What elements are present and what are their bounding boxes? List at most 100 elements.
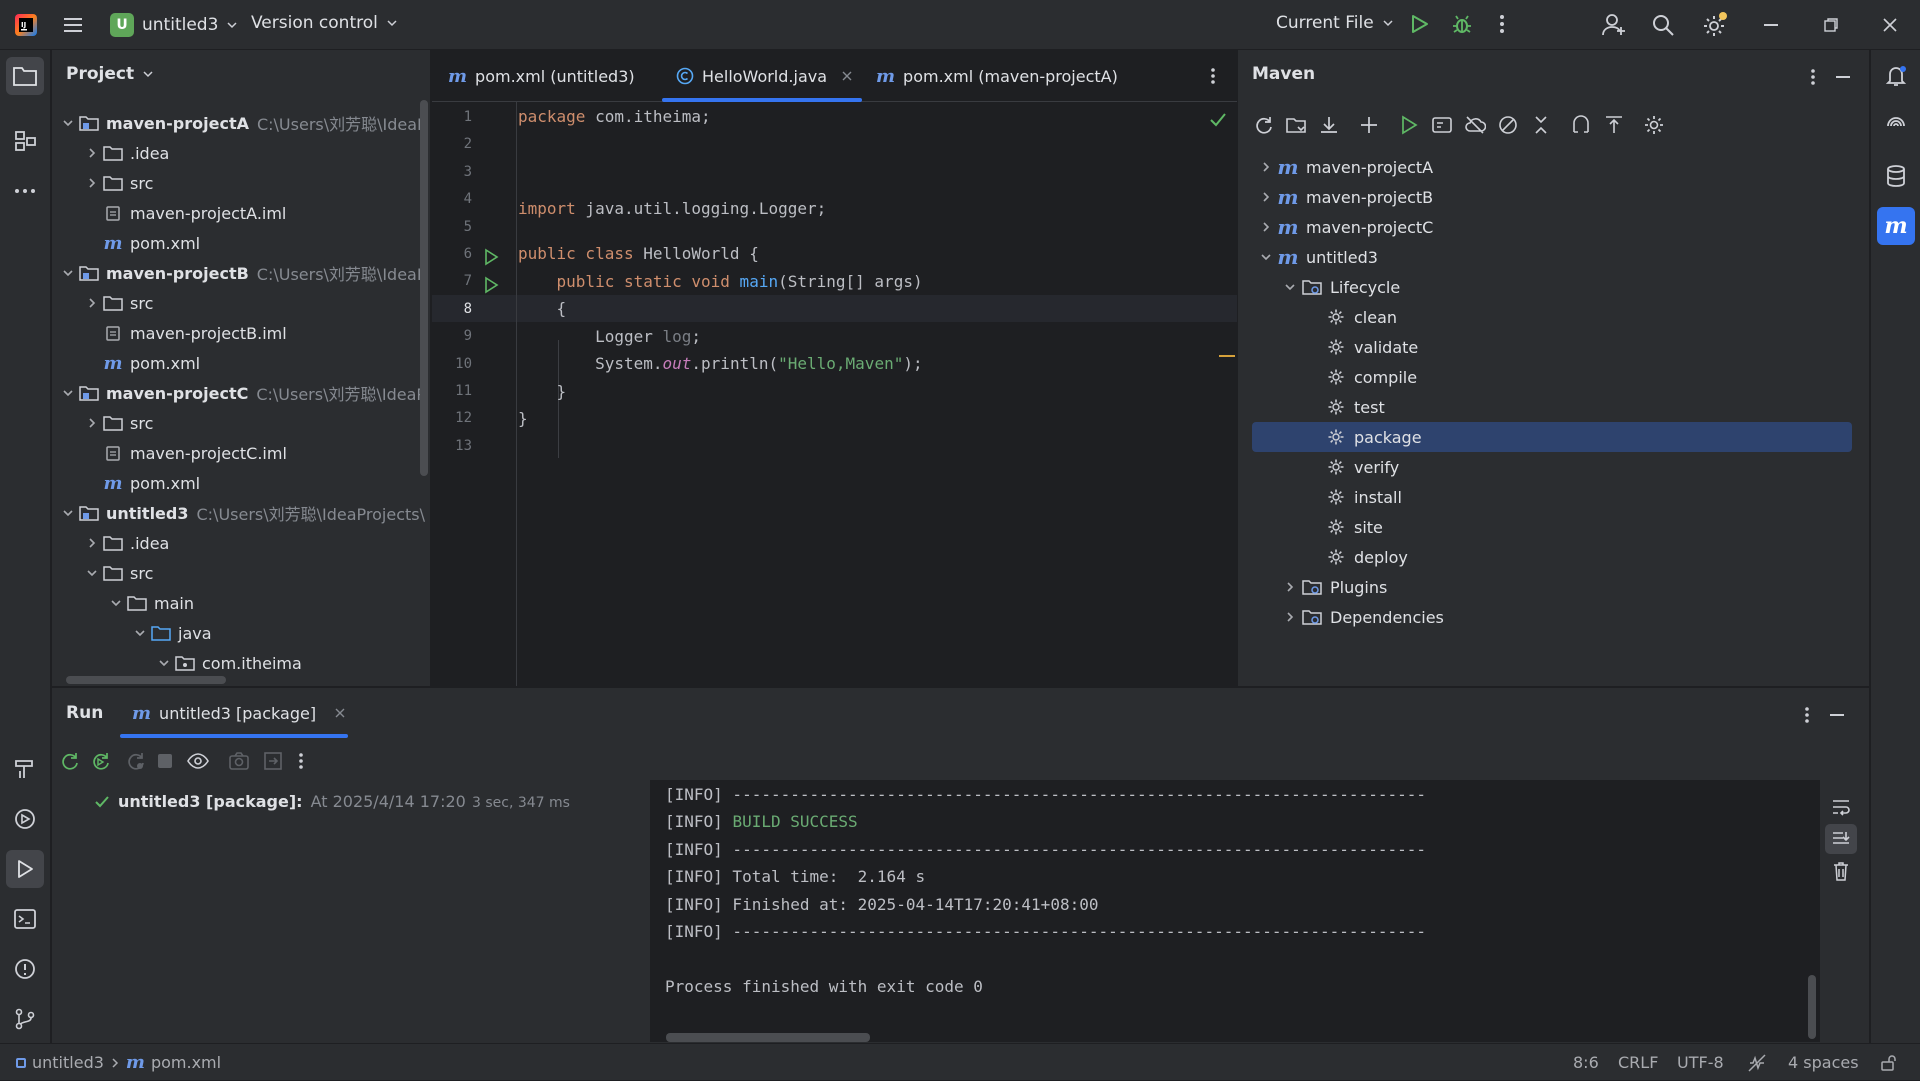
chevron-down-icon[interactable] (154, 657, 174, 669)
run-config-selector[interactable]: Current File (1276, 13, 1394, 33)
vcs-selector[interactable]: Version control (251, 13, 398, 33)
chevron-down-icon[interactable] (106, 597, 126, 609)
ai-assistant-icon[interactable] (1877, 107, 1915, 145)
rerun-disabled-icon[interactable] (124, 750, 146, 772)
chevron-down-icon[interactable] (1256, 251, 1276, 263)
project-tree-item[interactable]: maven-projectA.iml (82, 198, 286, 228)
project-tree-item[interactable]: maven-projectA C:\Users\刘芳聪\IdeaP (58, 108, 427, 138)
inspection-off-icon[interactable] (1747, 1044, 1767, 1081)
toggle-offline-icon[interactable] (1464, 114, 1486, 136)
code-line-7[interactable]: public static void main(String[] args) (518, 272, 923, 291)
code-line-11[interactable]: } (518, 382, 567, 401)
project-tree-item[interactable]: main (106, 588, 194, 618)
problems-tool-icon[interactable] (6, 950, 44, 988)
maven-hide-icon[interactable] (1836, 76, 1850, 78)
chevron-right-icon[interactable] (1256, 221, 1276, 233)
project-tree-item[interactable]: src (82, 408, 153, 438)
project-tree-item[interactable]: maven-projectC.iml (82, 438, 287, 468)
terminal-tool-icon[interactable] (6, 900, 44, 938)
collapse-all-icon[interactable] (1530, 114, 1552, 136)
maven-tree-item[interactable]: test (1304, 392, 1385, 422)
run-more-icon[interactable] (296, 751, 306, 771)
clear-all-icon[interactable] (1831, 860, 1851, 882)
execute-goal-icon[interactable] (1431, 114, 1453, 136)
project-tree-item[interactable]: .idea (82, 138, 169, 168)
tab-pom-maven-projectA[interactable]: m pom.xml (maven-projectA) (876, 50, 1118, 102)
run-options-icon[interactable] (1802, 705, 1812, 725)
view-icon[interactable] (186, 750, 210, 772)
search-icon[interactable] (1651, 13, 1675, 37)
tab-pom-untitled3[interactable]: m pom.xml (untitled3) (448, 50, 635, 102)
chevron-right-icon[interactable] (82, 147, 102, 159)
code-line-9[interactable]: Logger log; (518, 327, 701, 346)
maven-tree-item[interactable]: Lifecycle (1280, 272, 1400, 302)
project-tree-item[interactable]: m pom.xml (82, 228, 200, 258)
project-tool-icon[interactable] (6, 57, 44, 95)
more-tools-icon[interactable] (6, 172, 44, 210)
soft-wrap-icon[interactable] (1830, 796, 1852, 818)
run-hide-icon[interactable] (1830, 714, 1844, 716)
main-menu-icon[interactable] (62, 14, 84, 36)
chevron-right-icon[interactable] (1256, 161, 1276, 173)
minimize-window-icon[interactable] (1764, 24, 1778, 26)
console-horizontal-scrollbar[interactable] (666, 1033, 870, 1042)
maven-tree-item[interactable]: m maven-projectA (1256, 152, 1433, 182)
breadcrumb-project[interactable]: untitled3 (32, 1053, 104, 1072)
code-line-10[interactable]: System.out.println("Hello,Maven"); (518, 354, 923, 373)
chevron-down-icon[interactable] (82, 567, 102, 579)
project-selector[interactable]: U untitled3 (110, 13, 238, 37)
open-folder-icon[interactable] (1285, 114, 1307, 136)
restore-window-icon[interactable] (1823, 17, 1839, 33)
close-tab-icon[interactable] (334, 707, 346, 719)
stop-icon[interactable] (158, 754, 172, 768)
rerun-failed-icon[interactable] (90, 750, 112, 772)
chevron-down-icon[interactable] (58, 387, 78, 399)
chevron-down-icon[interactable] (58, 117, 78, 129)
project-tree-item[interactable]: maven-projectC C:\Users\刘芳聪\IdeaP (58, 378, 426, 408)
git-tool-icon[interactable] (6, 1000, 44, 1038)
chevron-right-icon[interactable] (82, 177, 102, 189)
structure-tool-icon[interactable] (6, 122, 44, 160)
project-tree-item[interactable]: maven-projectB.iml (82, 318, 287, 348)
code-line-12[interactable]: } (518, 409, 528, 428)
maven-tree-item[interactable]: m untitled3 (1256, 242, 1378, 272)
chevron-right-icon[interactable] (82, 537, 102, 549)
run-tree-item[interactable]: untitled3 [package]: At 2025/4/14 17:20 (94, 792, 466, 811)
chevron-right-icon[interactable] (82, 417, 102, 429)
settings-icon[interactable] (1701, 11, 1729, 39)
code-line-8[interactable]: { (518, 299, 567, 318)
maven-options-icon[interactable] (1808, 67, 1818, 87)
run-maven-icon[interactable] (1398, 114, 1420, 136)
debug-icon[interactable] (1450, 12, 1474, 36)
align-top-icon[interactable] (1603, 114, 1625, 136)
code-line-4[interactable]: import java.util.logging.Logger; (518, 199, 826, 218)
maven-tree-item[interactable]: m maven-projectC (1256, 212, 1433, 242)
maven-tree-item[interactable]: deploy (1304, 542, 1408, 572)
export-icon[interactable] (262, 750, 284, 772)
tab-options-icon[interactable] (1208, 66, 1218, 86)
project-panel-title[interactable]: Project (66, 64, 154, 84)
line-separator[interactable]: CRLF (1618, 1044, 1658, 1081)
project-tree-item[interactable]: src (82, 558, 153, 588)
services-tool-icon[interactable] (6, 800, 44, 838)
tab-helloworld-java[interactable]: HelloWorld.java (676, 50, 853, 102)
screenshot-icon[interactable] (228, 750, 250, 772)
more-actions-icon[interactable] (1496, 13, 1508, 35)
maven-tree-item[interactable]: Plugins (1280, 572, 1387, 602)
run-tab[interactable]: m untitled3 [package] (132, 688, 346, 738)
run-tool-icon[interactable] (6, 850, 44, 888)
add-user-icon[interactable] (1601, 12, 1627, 38)
run-gutter-icon[interactable] (482, 276, 500, 294)
no-problems-check-icon[interactable] (1209, 112, 1227, 128)
scroll-to-end-icon[interactable] (1825, 824, 1857, 854)
maven-tree-item[interactable]: site (1304, 512, 1383, 542)
maven-tree-item[interactable]: verify (1304, 452, 1399, 482)
close-window-icon[interactable] (1882, 17, 1898, 33)
skip-tests-icon[interactable] (1497, 114, 1519, 136)
code-line-6[interactable]: public class HelloWorld { (518, 244, 759, 263)
run-gutter-icon[interactable] (482, 248, 500, 266)
project-tree-item[interactable]: maven-projectB C:\Users\刘芳聪\IdeaP (58, 258, 427, 288)
breadcrumb-file[interactable]: pom.xml (151, 1053, 221, 1072)
maven-tree-item[interactable]: Dependencies (1280, 602, 1444, 632)
project-tree-item[interactable]: com.itheima (154, 648, 302, 678)
